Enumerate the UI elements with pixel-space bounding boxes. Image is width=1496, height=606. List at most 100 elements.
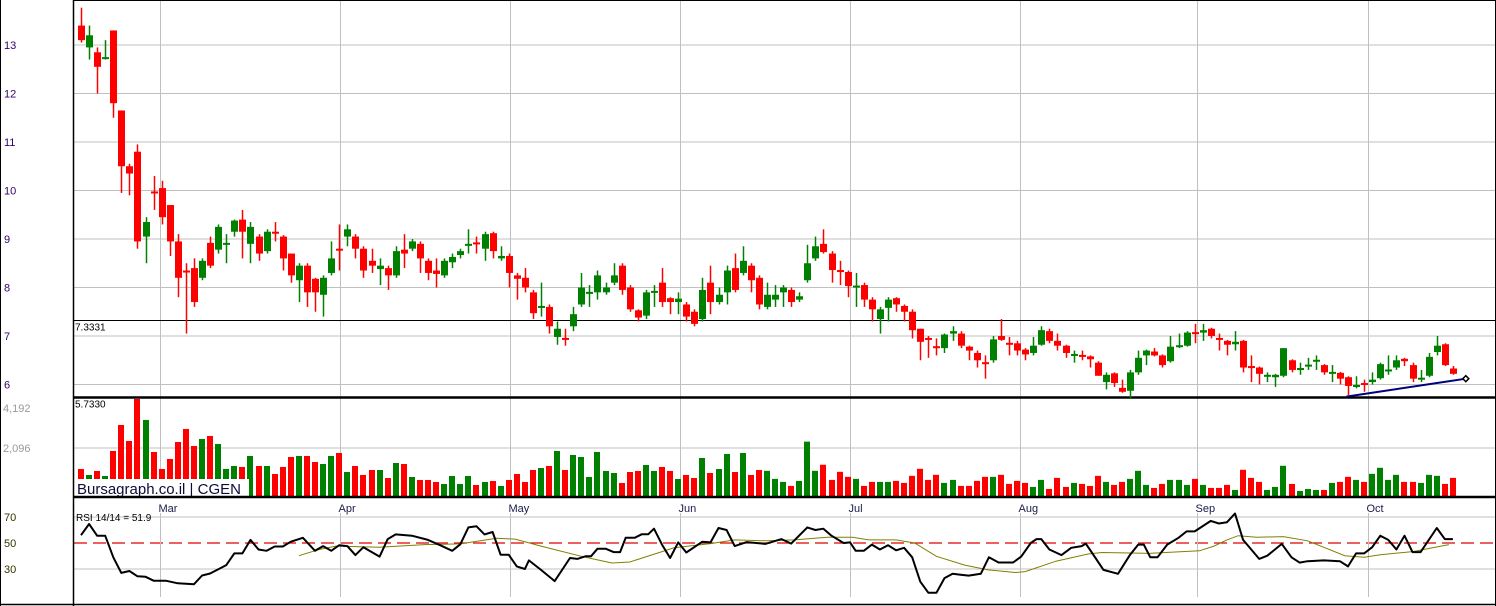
candle-body	[296, 265, 303, 281]
candle-body	[917, 328, 924, 342]
candle-body	[732, 268, 739, 290]
candle	[280, 235, 287, 271]
volume-bar	[796, 480, 802, 497]
volume-bar	[1030, 486, 1036, 497]
volume-bar	[1401, 481, 1407, 497]
candle-body	[1103, 374, 1110, 383]
candle-body	[1418, 377, 1425, 380]
candle-body	[837, 270, 844, 273]
volume-bar	[578, 456, 584, 497]
candle	[264, 229, 271, 254]
trendline-handle	[1461, 374, 1470, 383]
volume-bar	[788, 485, 794, 497]
candle-body	[740, 260, 747, 273]
candle-body	[691, 311, 698, 324]
candle-body	[151, 191, 158, 194]
candle-body	[877, 309, 884, 320]
candle	[570, 306, 577, 332]
rsi-tick-label: 70	[4, 512, 16, 524]
volume-bar	[1119, 481, 1125, 497]
candle-body	[603, 287, 610, 293]
candle	[377, 258, 384, 286]
candle-body	[207, 242, 214, 266]
candle-body	[1297, 368, 1304, 371]
rsi-label: RSI 14/14 = 51.9	[76, 513, 152, 524]
price-tick-label: 7	[4, 331, 10, 343]
candle-body	[627, 287, 634, 310]
candle-body	[1063, 345, 1070, 353]
candle-body	[288, 253, 295, 276]
volume-bar	[925, 479, 931, 497]
candle	[941, 333, 948, 353]
candle-body	[853, 285, 860, 288]
candle-body	[1071, 353, 1078, 356]
rsi-tick-label: 30	[4, 564, 16, 576]
volume-bar	[1143, 484, 1149, 497]
volume-bar	[1272, 486, 1278, 497]
candle-body	[183, 270, 190, 273]
candle	[328, 241, 335, 276]
candle-body	[1127, 372, 1134, 391]
volume-bar	[506, 479, 512, 497]
candle-body	[110, 30, 117, 104]
volume-bar	[780, 481, 786, 497]
candle	[659, 268, 666, 307]
candle	[788, 287, 795, 307]
month-label: Oct	[1367, 503, 1384, 515]
volume-bar	[1450, 477, 1456, 497]
candle-body	[675, 298, 682, 303]
candle	[1200, 323, 1207, 341]
candle	[562, 328, 569, 346]
candle	[522, 268, 529, 293]
candle-body	[312, 278, 319, 293]
candle	[441, 258, 448, 278]
candle	[1087, 355, 1094, 368]
candle-body	[683, 304, 690, 317]
month-label: Aug	[1019, 503, 1039, 515]
candle	[1151, 348, 1158, 357]
volume-bar	[1103, 481, 1109, 497]
candle	[143, 217, 150, 264]
candle	[1248, 355, 1255, 383]
volume-bar	[482, 481, 488, 497]
volume-bar	[1167, 479, 1173, 497]
volume-bar	[1087, 485, 1093, 497]
candle-body	[1377, 364, 1384, 379]
candle	[1329, 365, 1336, 383]
candle	[118, 110, 125, 193]
candle	[449, 253, 456, 269]
candle	[667, 297, 674, 315]
candle-body	[457, 251, 464, 256]
volume-bar	[530, 469, 536, 497]
volume-bar	[909, 475, 915, 497]
candle	[344, 224, 351, 247]
volume-bar	[877, 481, 883, 497]
volume-bar	[336, 452, 342, 497]
volume-bar	[385, 477, 391, 497]
candle-body	[1216, 337, 1223, 340]
candle	[1071, 350, 1078, 363]
frame	[0, 0, 1496, 606]
volume-bar	[256, 465, 262, 497]
candle	[861, 282, 868, 307]
volume-bar	[1111, 484, 1117, 497]
candle	[191, 258, 198, 307]
candle-body	[377, 265, 384, 270]
volume-bar	[933, 474, 939, 497]
candle-body	[643, 292, 650, 316]
candle-body	[1345, 377, 1352, 386]
candle-body	[635, 310, 642, 318]
candle	[215, 224, 222, 254]
candle-body	[344, 229, 351, 237]
candle-body	[1224, 340, 1231, 345]
candle-body	[1450, 368, 1457, 374]
candle-body	[538, 305, 545, 308]
volume-bar	[643, 464, 649, 497]
volume-bar	[917, 468, 923, 497]
candle	[231, 219, 238, 237]
candle	[1103, 372, 1110, 390]
volume-bar	[409, 476, 415, 497]
candle-body	[1079, 354, 1086, 357]
candle	[1006, 336, 1013, 356]
volume-bar	[1216, 487, 1222, 497]
